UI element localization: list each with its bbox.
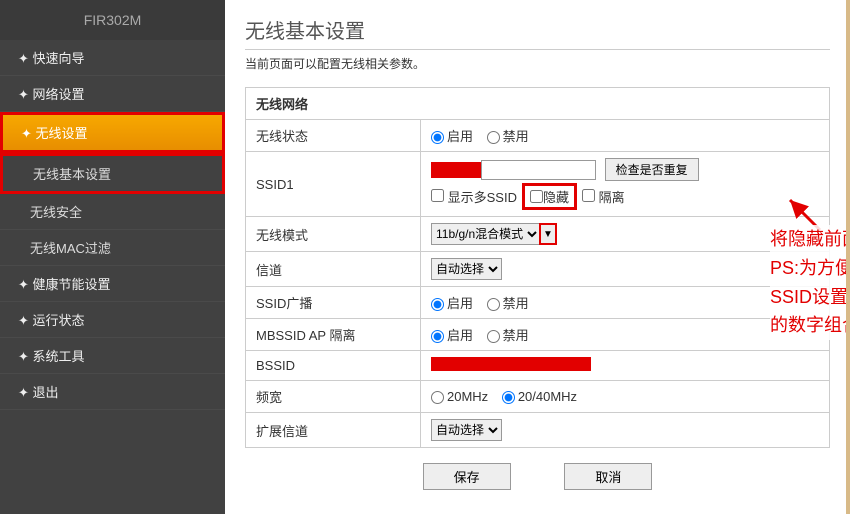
hide-ssid-box[interactable]: 隐藏 — [522, 183, 577, 210]
sidebar-item-logout[interactable]: ✦ 退出 — [0, 374, 225, 410]
sidebar-sub-basic[interactable]: 无线基本设置 — [0, 153, 225, 194]
sidebar: FIR302M ✦ 快速向导 ✦ 网络设置 ✦ 无线设置 无线基本设置 无线安全… — [0, 0, 225, 514]
isolate-check[interactable]: 隔离 — [582, 187, 625, 206]
mbssid-enable[interactable]: 启用 — [431, 328, 473, 343]
row-mode-label: 无线模式 — [246, 217, 421, 252]
cancel-button[interactable]: 取消 — [564, 463, 652, 490]
page-title: 无线基本设置 — [245, 10, 830, 50]
ssid-redblock — [431, 162, 481, 178]
ssid-input[interactable] — [481, 160, 596, 180]
mode-select[interactable]: 11b/g/n混合模式 — [431, 223, 541, 245]
radio-disable[interactable]: 禁用 — [487, 129, 529, 144]
bw40[interactable]: 20/40MHz — [502, 389, 577, 404]
mbssid-disable[interactable]: 禁用 — [487, 328, 529, 343]
sidebar-item-quickwizard[interactable]: ✦ 快速向导 — [0, 40, 225, 76]
bw20[interactable]: 20MHz — [431, 389, 488, 404]
dropdown-icon[interactable]: ▼ — [539, 223, 557, 245]
sidebar-item-energy[interactable]: ✦ 健康节能设置 — [0, 266, 225, 302]
channel-select[interactable]: 自动选择 — [431, 258, 502, 280]
sidebar-item-tools[interactable]: ✦ 系统工具 — [0, 338, 225, 374]
row-ssid1-label: SSID1 — [246, 152, 421, 217]
row-channel-label: 信道 — [246, 252, 421, 287]
sidebar-item-wireless[interactable]: ✦ 无线设置 — [0, 112, 225, 153]
row-bssid-label: BSSID — [246, 351, 421, 381]
bssid-value — [431, 357, 591, 371]
save-button[interactable]: 保存 — [423, 463, 511, 490]
main-content: 无线基本设置 当前页面可以配置无线相关参数。 无线网络 无线状态 启用 禁用 S… — [225, 0, 850, 514]
broadcast-enable[interactable]: 启用 — [431, 296, 473, 311]
radio-enable[interactable]: 启用 — [431, 129, 473, 144]
settings-table: 无线网络 无线状态 启用 禁用 SSID1 检查是否重复 — [245, 87, 830, 448]
row-broadcast-label: SSID广播 — [246, 287, 421, 319]
row-wireless-status-label: 无线状态 — [246, 120, 421, 152]
sidebar-item-status[interactable]: ✦ 运行状态 — [0, 302, 225, 338]
page-desc: 当前页面可以配置无线相关参数。 — [245, 55, 830, 72]
row-extchannel-label: 扩展信道 — [246, 413, 421, 448]
sidebar-sub-security[interactable]: 无线安全 — [0, 194, 225, 230]
sidebar-sub-macfilter[interactable]: 无线MAC过滤 — [0, 230, 225, 266]
broadcast-disable[interactable]: 禁用 — [487, 296, 529, 311]
sidebar-header: FIR302M — [0, 0, 225, 40]
extchannel-select[interactable]: 自动选择 — [431, 419, 502, 441]
sidebar-item-network[interactable]: ✦ 网络设置 — [0, 76, 225, 112]
section-header: 无线网络 — [246, 88, 830, 120]
show-multi-ssid[interactable]: 显示多SSID — [431, 187, 517, 206]
check-duplicate-button[interactable]: 检查是否重复 — [605, 158, 699, 181]
row-bandwidth-label: 频宽 — [246, 381, 421, 413]
row-mbssid-label: MBSSID AP 隔离 — [246, 319, 421, 351]
right-edge — [846, 0, 850, 514]
